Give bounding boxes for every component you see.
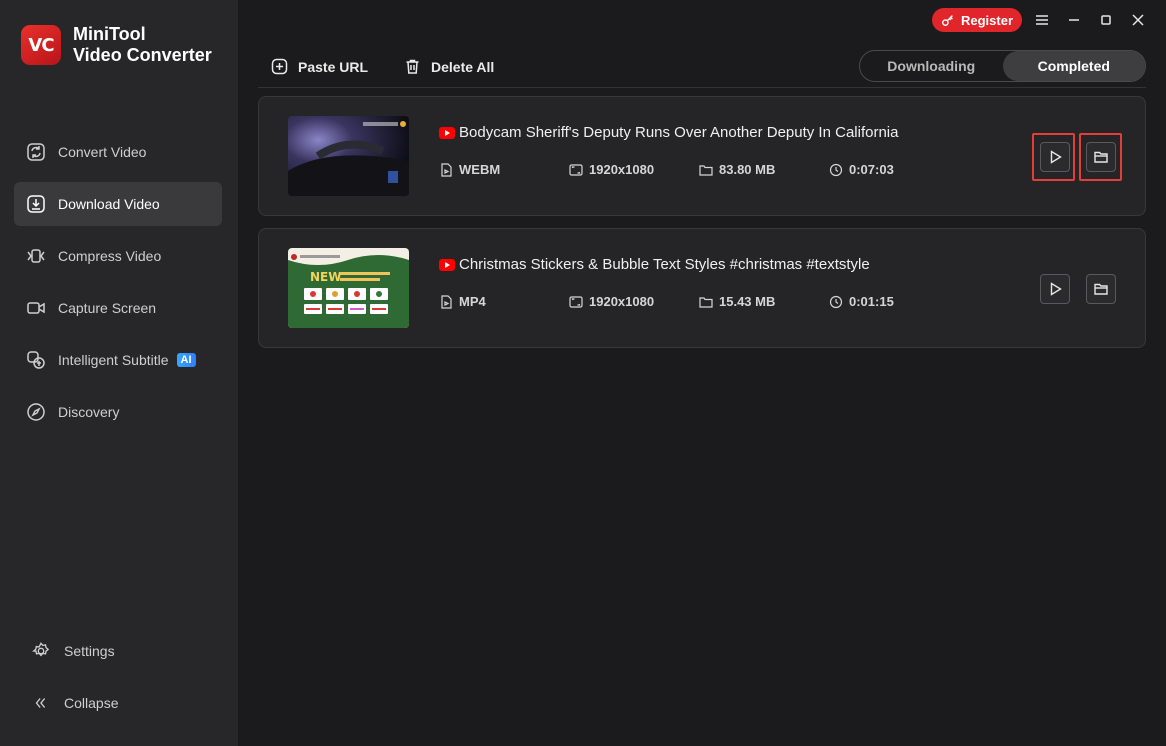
maximize-icon bbox=[1101, 15, 1111, 25]
delete-all-label: Delete All bbox=[431, 58, 495, 75]
trash-icon bbox=[406, 59, 419, 74]
video-thumbnail bbox=[288, 116, 409, 196]
menu-button[interactable] bbox=[1032, 10, 1052, 30]
file-video-icon bbox=[441, 162, 452, 177]
collapse-label: Collapse bbox=[64, 695, 119, 711]
sidebar-item-label: Capture Screen bbox=[58, 300, 157, 316]
app-name-line2: Video Converter bbox=[73, 45, 212, 65]
camera-icon bbox=[27, 302, 45, 314]
close-icon bbox=[1132, 14, 1144, 26]
register-label: Register bbox=[960, 12, 1014, 28]
download-icon bbox=[27, 195, 45, 213]
sidebar-item-discovery[interactable]: Discovery bbox=[14, 390, 222, 434]
app-name-line1: MiniTool bbox=[73, 24, 146, 44]
plus-circle-icon bbox=[271, 58, 288, 75]
paste-url-button[interactable]: Paste URL bbox=[271, 58, 368, 75]
sidebar-item-label: Convert Video bbox=[58, 144, 147, 160]
sidebar-item-download-video[interactable]: Download Video bbox=[14, 182, 222, 226]
sidebar: VC MiniTool Video Converter Convert Vide… bbox=[0, 0, 238, 746]
sidebar-item-label: Intelligent Subtitle bbox=[58, 352, 169, 368]
maximize-button[interactable] bbox=[1096, 10, 1116, 30]
minimize-icon bbox=[1069, 19, 1079, 21]
minimize-button[interactable] bbox=[1064, 10, 1084, 30]
youtube-icon bbox=[439, 258, 455, 271]
file-video-icon bbox=[441, 294, 452, 309]
clock-icon bbox=[829, 295, 843, 308]
download-item: NEW Christmas Stickers & Bubble Text Sty… bbox=[258, 228, 1146, 348]
video-resolution: 1920x1080 bbox=[569, 294, 654, 309]
video-size: 83.80 MB bbox=[699, 162, 775, 177]
sidebar-item-compress-video[interactable]: Compress Video bbox=[14, 234, 222, 278]
sidebar-item-intelligent-subtitle[interactable]: Intelligent Subtitle AI bbox=[14, 338, 222, 382]
video-format: WEBM bbox=[439, 162, 500, 177]
settings-label: Settings bbox=[64, 643, 115, 659]
open-folder-button[interactable] bbox=[1086, 274, 1116, 304]
resolution-icon bbox=[569, 295, 583, 308]
folder-icon bbox=[1094, 283, 1108, 295]
sidebar-item-label: Compress Video bbox=[58, 248, 162, 264]
sidebar-item-label: Discovery bbox=[58, 404, 120, 420]
thumbnail-text: NEW bbox=[310, 270, 341, 284]
tab-completed[interactable]: Completed bbox=[1002, 51, 1145, 81]
folder-icon bbox=[1094, 151, 1108, 163]
play-button[interactable] bbox=[1040, 142, 1070, 172]
compass-icon bbox=[27, 403, 45, 421]
sidebar-item-convert-video[interactable]: Convert Video bbox=[14, 130, 222, 174]
convert-icon bbox=[27, 143, 45, 161]
delete-all-button[interactable]: Delete All bbox=[404, 58, 494, 75]
paste-url-label: Paste URL bbox=[298, 58, 369, 75]
collapse-button[interactable]: Collapse bbox=[20, 682, 220, 724]
app-logo: VC MiniTool Video Converter bbox=[21, 24, 212, 66]
play-icon bbox=[1050, 282, 1062, 296]
folder-icon bbox=[699, 296, 713, 308]
logo-badge: VC bbox=[21, 25, 61, 65]
sidebar-item-capture-screen[interactable]: Capture Screen bbox=[14, 286, 222, 330]
video-title: Bodycam Sheriff's Deputy Runs Over Anoth… bbox=[459, 124, 899, 141]
folder-icon bbox=[699, 164, 713, 176]
ai-badge: AI bbox=[176, 353, 196, 367]
video-size: 15.43 MB bbox=[699, 294, 775, 309]
video-thumbnail: NEW bbox=[288, 248, 409, 328]
video-title: Christmas Stickers & Bubble Text Styles … bbox=[459, 256, 870, 273]
open-folder-button[interactable] bbox=[1086, 142, 1116, 172]
sidebar-nav: Convert Video Download Video Compress Vi… bbox=[14, 130, 222, 442]
video-format: MP4 bbox=[439, 294, 486, 309]
play-icon bbox=[1050, 150, 1062, 164]
key-icon bbox=[942, 15, 953, 26]
clock-icon bbox=[829, 163, 843, 176]
resolution-icon bbox=[569, 163, 583, 176]
compress-icon bbox=[27, 249, 45, 263]
chevron-double-left-icon bbox=[35, 698, 46, 708]
settings-button[interactable]: Settings bbox=[20, 630, 220, 672]
sidebar-item-label: Download Video bbox=[58, 196, 160, 212]
register-button[interactable]: Register bbox=[932, 8, 1022, 32]
tab-downloading[interactable]: Downloading bbox=[860, 51, 1003, 81]
video-resolution: 1920x1080 bbox=[569, 162, 654, 177]
hamburger-icon bbox=[1036, 15, 1048, 25]
download-status-tabs: Downloading Completed bbox=[859, 50, 1146, 82]
close-button[interactable] bbox=[1128, 10, 1148, 30]
video-duration: 0:01:15 bbox=[829, 294, 894, 309]
gear-icon bbox=[32, 642, 50, 657]
video-duration: 0:07:03 bbox=[829, 162, 894, 177]
play-button[interactable] bbox=[1040, 274, 1070, 304]
subtitle-icon bbox=[27, 351, 45, 369]
download-item: Bodycam Sheriff's Deputy Runs Over Anoth… bbox=[258, 96, 1146, 216]
youtube-icon bbox=[439, 126, 455, 139]
